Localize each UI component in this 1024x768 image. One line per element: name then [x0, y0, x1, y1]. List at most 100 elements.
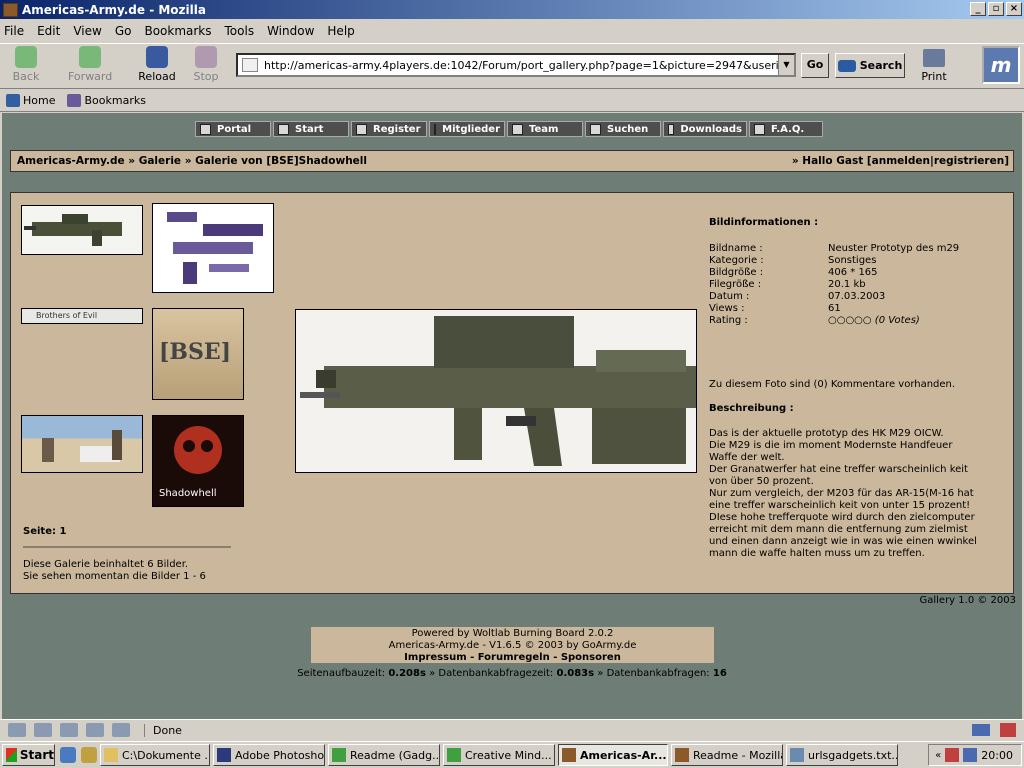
nav-register[interactable]: Register: [351, 121, 427, 137]
info-heading: Bildinformationen :: [709, 217, 819, 228]
members-icon: [434, 123, 437, 135]
nav-faq[interactable]: F.A.Q.: [749, 121, 823, 137]
gallery-thumbnail[interactable]: [21, 415, 143, 473]
info-row-views: Views : 61: [709, 303, 841, 314]
url-text: http://americas-army.4players.de:1042/Fo…: [264, 58, 796, 72]
mail-icon[interactable]: [34, 723, 52, 737]
question-icon: [754, 123, 765, 135]
taskbar-item-urlsgadgets[interactable]: urlsgadgets.txt...: [786, 744, 898, 766]
portal-icon: [200, 123, 211, 135]
menu-edit[interactable]: Edit: [37, 24, 60, 38]
gallery-thumbnail[interactable]: [21, 205, 143, 255]
menu-view[interactable]: View: [73, 24, 101, 38]
back-button[interactable]: Back: [4, 46, 48, 86]
print-button[interactable]: Print: [912, 47, 956, 87]
disk-icon: [668, 123, 675, 135]
menu-tools[interactable]: Tools: [225, 24, 255, 38]
nav-mitglieder[interactable]: Mitglieder: [429, 121, 505, 137]
team-icon: [512, 123, 523, 135]
forward-arrow-icon: [79, 46, 101, 68]
gallery-thumbnail[interactable]: Brothers of Evil: [21, 308, 143, 324]
tray-app-icon[interactable]: [945, 748, 960, 762]
notepad-icon: [790, 748, 804, 762]
bookmarks-button[interactable]: Bookmarks: [67, 94, 146, 107]
nav-start[interactable]: Start: [273, 121, 349, 137]
bse-logo-thumbnail-text: [BSE]: [159, 339, 232, 365]
menu-window[interactable]: Window: [267, 24, 314, 38]
start-icon: [278, 123, 289, 135]
navigator-icon[interactable]: [8, 723, 26, 737]
tray-expand-icon[interactable]: «: [935, 750, 941, 761]
taskbar-item-creative-mind[interactable]: Creative Mind...: [443, 744, 555, 766]
menu-bookmarks[interactable]: Bookmarks: [144, 24, 211, 38]
minimize-button[interactable]: _: [970, 2, 986, 16]
close-button[interactable]: ×: [1006, 2, 1022, 16]
login-links[interactable]: » Hallo Gast [anmelden|registrieren]: [792, 155, 1009, 167]
taskbar-item-readme-mozilla[interactable]: Readme - Mozilla: [671, 744, 783, 766]
image-description: Das is der aktuelle prototyp des HK M29 …: [709, 428, 977, 559]
url-dropdown-icon[interactable]: ▼: [778, 55, 794, 75]
breadcrumb: Americas-Army.de » Galerie » Galerie von…: [10, 150, 1014, 172]
gallery-thumbnail[interactable]: Shadowhell: [152, 415, 244, 507]
info-row-bildname: Bildname : Neuster Prototyp des m29: [709, 243, 960, 254]
info-row-filegroesse: Filegröße : 20.1 kb: [709, 279, 866, 290]
banner-thumbnail-text: Brothers of Evil: [36, 311, 98, 320]
info-row-bildgroesse: Bildgröße : 406 * 165: [709, 267, 878, 278]
windows-logo-icon: [6, 748, 17, 762]
nav-downloads[interactable]: Downloads: [663, 121, 747, 137]
url-input[interactable]: http://americas-army.4players.de:1042/Fo…: [236, 53, 796, 77]
taskbar-item-readme-gadg[interactable]: Readme (Gadg...: [328, 744, 440, 766]
go-button[interactable]: Go: [801, 53, 829, 78]
footer-powered-by[interactable]: Powered by Woltlab Burning Board 2.0.2: [311, 628, 714, 640]
menu-go[interactable]: Go: [115, 24, 132, 38]
menu-file[interactable]: File: [4, 24, 24, 38]
mozilla-throbber-icon[interactable]: m: [982, 46, 1020, 84]
forward-button[interactable]: Forward: [68, 46, 112, 86]
selected-gallery-image[interactable]: [295, 309, 697, 473]
magnifier-icon: [590, 123, 601, 135]
gallery-panel: Brothers of Evil [BSE] Shadowhell Bildin…: [10, 192, 1014, 594]
stop-button[interactable]: Stop: [184, 46, 228, 86]
mozilla-icon: [562, 748, 576, 762]
m29-rifle-image: [300, 316, 696, 466]
start-button[interactable]: Start: [2, 744, 55, 766]
mozilla-app-icon: [3, 2, 18, 17]
maximize-button[interactable]: ▫: [988, 2, 1004, 16]
reload-button[interactable]: Reload: [135, 46, 179, 86]
addressbook-icon[interactable]: [86, 723, 104, 737]
menu-help[interactable]: Help: [327, 24, 354, 38]
soldiers-thumbnail-image: [42, 430, 122, 462]
page-content: Portal Start Register Mitglieder Team Su…: [2, 113, 1022, 719]
chat-icon[interactable]: [112, 723, 130, 737]
menu-bar: File Edit View Go Bookmarks Tools Window…: [0, 20, 1024, 42]
info-row-rating: Rating : ○○○○○ (0 Votes): [709, 315, 920, 326]
nav-suchen[interactable]: Suchen: [585, 121, 661, 137]
folder-icon: [104, 748, 118, 762]
window-titlebar: Americas-Army.de - Mozilla _ ▫ ×: [0, 0, 1024, 19]
quicklaunch-media-icon[interactable]: [81, 747, 97, 763]
window-title: Americas-Army.de - Mozilla: [22, 2, 206, 17]
gallery-thumbnail[interactable]: [BSE]: [152, 308, 244, 400]
tray-network-icon[interactable]: [963, 748, 978, 762]
search-button[interactable]: Search: [835, 53, 905, 78]
app-icon: [447, 748, 461, 762]
nav-team[interactable]: Team: [507, 121, 583, 137]
reload-icon: [146, 46, 168, 68]
app-icon: [332, 748, 346, 762]
weapon-schematic-thumbnail-image: [167, 212, 263, 284]
info-row-datum: Datum : 07.03.2003: [709, 291, 886, 302]
page-number[interactable]: 1: [59, 526, 66, 537]
gallery-thumbnail[interactable]: [152, 203, 274, 293]
breadcrumb-path[interactable]: Americas-Army.de » Galerie » Galerie von…: [17, 155, 367, 167]
security-lock-icon[interactable]: [1000, 723, 1016, 737]
home-button[interactable]: Home: [6, 94, 55, 107]
taskbar-item-explorer[interactable]: C:\Dokumente ...: [100, 744, 210, 766]
quicklaunch-ie-icon[interactable]: [60, 747, 76, 763]
page-icon: [242, 58, 258, 72]
composer-icon[interactable]: [60, 723, 78, 737]
rating-stars[interactable]: ○○○○○ (0 Votes): [828, 315, 920, 326]
taskbar-item-photoshop[interactable]: Adobe Photoshop: [213, 744, 325, 766]
footer-links[interactable]: Impressum - Forumregeln - Sponsoren: [311, 652, 714, 664]
taskbar-item-americas-army[interactable]: Americas-Ar...: [558, 744, 668, 766]
nav-portal[interactable]: Portal: [195, 121, 271, 137]
